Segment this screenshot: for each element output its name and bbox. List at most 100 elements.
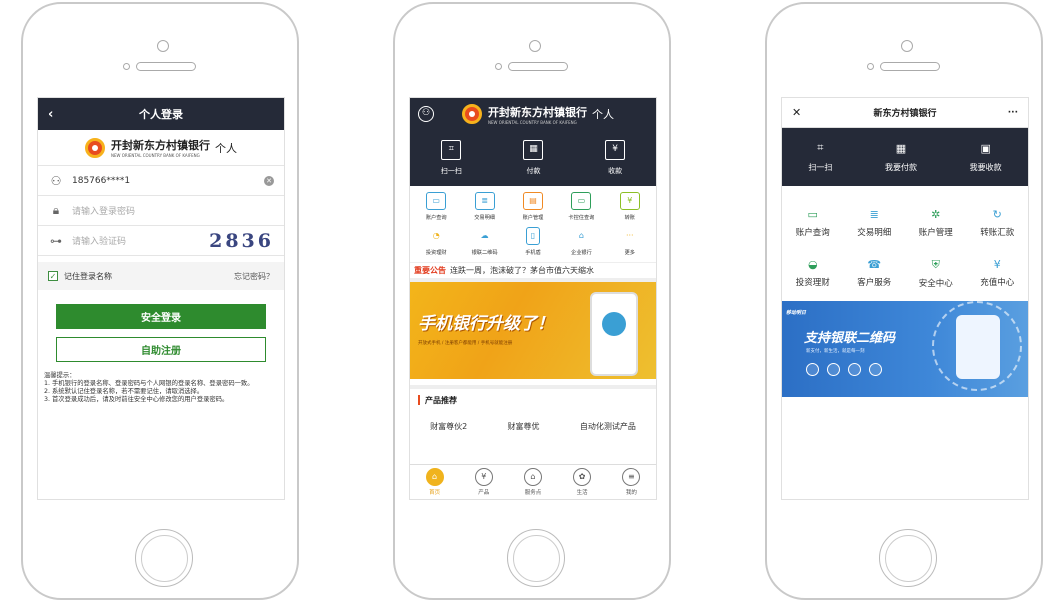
quick-label: 扫一扫 — [808, 163, 833, 172]
tip-item: 1. 手机银行的登录名称、登录密码与个人网银的登录名称、登录密码一致。 — [44, 380, 254, 387]
quick-receive[interactable]: ¥ 收款 — [605, 140, 626, 176]
grid-item-account-manage[interactable]: ▤ 账户管理 — [509, 192, 557, 221]
grid-item-account-query[interactable]: ▭ 账户查询 — [782, 208, 844, 238]
home-button — [879, 529, 937, 587]
speaker-grill — [136, 62, 196, 71]
account-type-label: 个人 — [592, 108, 614, 121]
product-item[interactable]: 自动化测试产品 — [580, 421, 636, 432]
register-button[interactable]: 自助注册 — [56, 337, 266, 362]
page-title: 个人登录 — [139, 108, 183, 121]
quick-label: 付款 — [526, 167, 541, 175]
grid-item-invest[interactable]: ◔ 投资理财 — [412, 227, 460, 256]
grid-label: 投资理财 — [795, 278, 830, 288]
notice-bar[interactable]: 重要公告 连跌一周，泡沫破了？茅台市值六天缩水 — [410, 262, 656, 282]
tab-profile[interactable]: ≡ 我的 — [622, 465, 641, 499]
grid-item-transfer[interactable]: ↻ 转账汇款 — [967, 208, 1029, 238]
captcha-image[interactable]: 2836 — [209, 230, 274, 252]
grid-label: 账户管理 — [522, 215, 544, 221]
tip-item: 2. 系统默认记住登录名称，若不需要记住，请取消选择。 — [44, 388, 204, 395]
captcha-field[interactable]: ⊶ 请输入验证码 2836 — [38, 226, 284, 256]
close-icon[interactable]: ✕ — [792, 106, 801, 119]
more-menu-button[interactable]: ··· — [1008, 108, 1018, 118]
home-button — [135, 529, 193, 587]
tab-service-points[interactable]: ⌂ 服务点 — [523, 465, 542, 499]
quick-label: 我要收款 — [969, 162, 1002, 172]
banner-phone-image — [956, 315, 1000, 379]
user-avatar-icon[interactable]: ⚇ — [418, 106, 434, 122]
grid-item-security[interactable]: ⛨ 安全中心 — [905, 258, 967, 289]
user-icon: ⚇ — [50, 173, 62, 188]
grid-item-account-manage[interactable]: ✲ 账户管理 — [905, 208, 967, 238]
grid-item-enterprise[interactable]: ⌂ 企业银行 — [557, 227, 605, 256]
grid-item-unionpay-qr[interactable]: ☁ 银联二维码 — [460, 227, 508, 256]
banner-subtitle: 新支付，新生活，就是每一刻 — [806, 349, 865, 354]
grid-item-card-query[interactable]: ▭ 卡控住查询 — [557, 192, 605, 221]
grid-label: 投资理财 — [425, 250, 447, 256]
phone-shield-icon: ▯ — [525, 227, 540, 245]
banner-subtitle: 开放式手机 / 注册客户都能用 / 手机号就能注册 — [418, 341, 513, 346]
username-field[interactable]: ⚇ 185766****1 ✕ — [38, 166, 284, 196]
phone-frame-login: ‹ 个人登录 开封新东方村镇银行 NEW ORIENTAL COUNTRY BA… — [21, 2, 299, 600]
notice-text: 连跌一周，泡沫破了？茅台市值六天缩水 — [450, 266, 594, 275]
grid-item-recharge[interactable]: ¥ 充值中心 — [967, 258, 1029, 289]
grid-item-transactions[interactable]: ≣ 交易明细 — [460, 192, 508, 221]
grid-item-account-query[interactable]: ▭ 账户查询 — [412, 192, 460, 221]
front-camera — [901, 40, 913, 52]
grid-label: 更多 — [624, 250, 635, 256]
grid-label: 客户服务 — [857, 278, 892, 288]
transaction-detail-icon: ≣ — [474, 192, 495, 210]
security-icon: ⛨ — [931, 258, 940, 271]
password-field[interactable]: 🔒︎ 请输入登录密码 — [38, 196, 284, 226]
phone-frame-wechat: ✕ 新东方村镇银行 ··· ⌗ 扫一扫 ▦ 我要付款 ▣ 我要收款 ▭ 账户查询 ≣ 交易… — [765, 2, 1043, 600]
product-item[interactable]: 财富尊优 — [508, 421, 540, 432]
clear-icon[interactable]: ✕ — [264, 175, 274, 186]
quick-label: 我要付款 — [884, 162, 917, 172]
banner-ball-image — [602, 312, 626, 336]
quick-scan[interactable]: ⌗ 扫一扫 — [441, 140, 462, 176]
promo-banner[interactable]: 移动明日 支持银联二维码 新支付，新生活，就是每一刻 — [782, 301, 1028, 397]
card-query-icon: ▭ — [571, 192, 592, 210]
grid-item-invest[interactable]: ◒ 投资理财 — [782, 258, 844, 289]
banner-feature-icon — [869, 363, 882, 376]
banner-badge: 移动明日 — [786, 310, 807, 316]
speaker-grill — [880, 62, 940, 71]
grid-item-customer-service[interactable]: ☎ 客户服务 — [844, 258, 906, 289]
key-icon: ⊶ — [50, 233, 62, 248]
transfer-icon: ↻ — [992, 208, 1002, 221]
product-item[interactable]: 财富尊伙2 — [430, 421, 467, 432]
grid-item-transfer[interactable]: ¥ 转账 — [606, 192, 654, 221]
notice-tag: 重要公告 — [414, 266, 446, 275]
forgot-password-link[interactable]: 忘记密码？ — [234, 271, 274, 282]
home-button — [507, 529, 565, 587]
grid-label: 手机盾 — [525, 250, 541, 256]
sensor-dot — [123, 63, 130, 70]
bank-logo-row: 开封新东方村镇银行 NEW ORIENTAL COUNTRY BANK OF K… — [38, 130, 284, 166]
quick-scan[interactable]: ⌗ 扫一扫 — [808, 141, 832, 173]
lock-icon: 🔒︎ — [52, 203, 60, 217]
customer-service-icon: ☎ — [867, 258, 882, 271]
grid-item-transactions[interactable]: ≣ 交易明细 — [844, 208, 906, 238]
quick-actions: ⌗ 扫一扫 ▦ 我要付款 ▣ 我要收款 — [782, 128, 1028, 186]
tab-home[interactable]: ⌂ 首页 — [425, 465, 444, 499]
home-header: ⚇ 开封新东方村镇银行 NEW ORIENTAL COUNTRY BANK OF… — [410, 98, 656, 130]
bank-logo-icon — [462, 104, 482, 124]
grid-item-phone-shield[interactable]: ▯ 手机盾 — [509, 227, 557, 256]
grid-label: 卡控住查询 — [568, 215, 595, 221]
banner-title: 手机银行升级了！ — [418, 314, 554, 334]
grid-item-more[interactable]: ··· 更多 — [606, 227, 654, 256]
banner-title: 支持银联二维码 — [804, 331, 896, 346]
enterprise-bank-icon: ⌂ — [578, 231, 584, 240]
grid-label: 企业银行 — [571, 250, 592, 256]
promo-banner[interactable]: 手机银行升级了！ 开放式手机 / 注册客户都能用 / 手机号就能注册 — [410, 282, 656, 379]
quick-receive[interactable]: ▣ 我要收款 — [970, 142, 1002, 173]
tab-label: 首页 — [429, 490, 441, 496]
quick-pay[interactable]: ▦ 我要付款 — [885, 142, 917, 173]
username-value: 185766****1 — [72, 175, 131, 186]
remember-checkbox[interactable]: ✓ — [48, 271, 58, 281]
bank-name: 开封新东方村镇银行 — [488, 105, 587, 119]
tab-products[interactable]: ¥ 产品 — [474, 465, 493, 499]
chevron-left-icon[interactable]: ‹ — [48, 107, 53, 122]
tab-life[interactable]: ✿ 生活 — [573, 465, 592, 499]
login-button[interactable]: 安全登录 — [56, 304, 266, 329]
quick-pay[interactable]: ▦ 付款 — [523, 140, 544, 176]
